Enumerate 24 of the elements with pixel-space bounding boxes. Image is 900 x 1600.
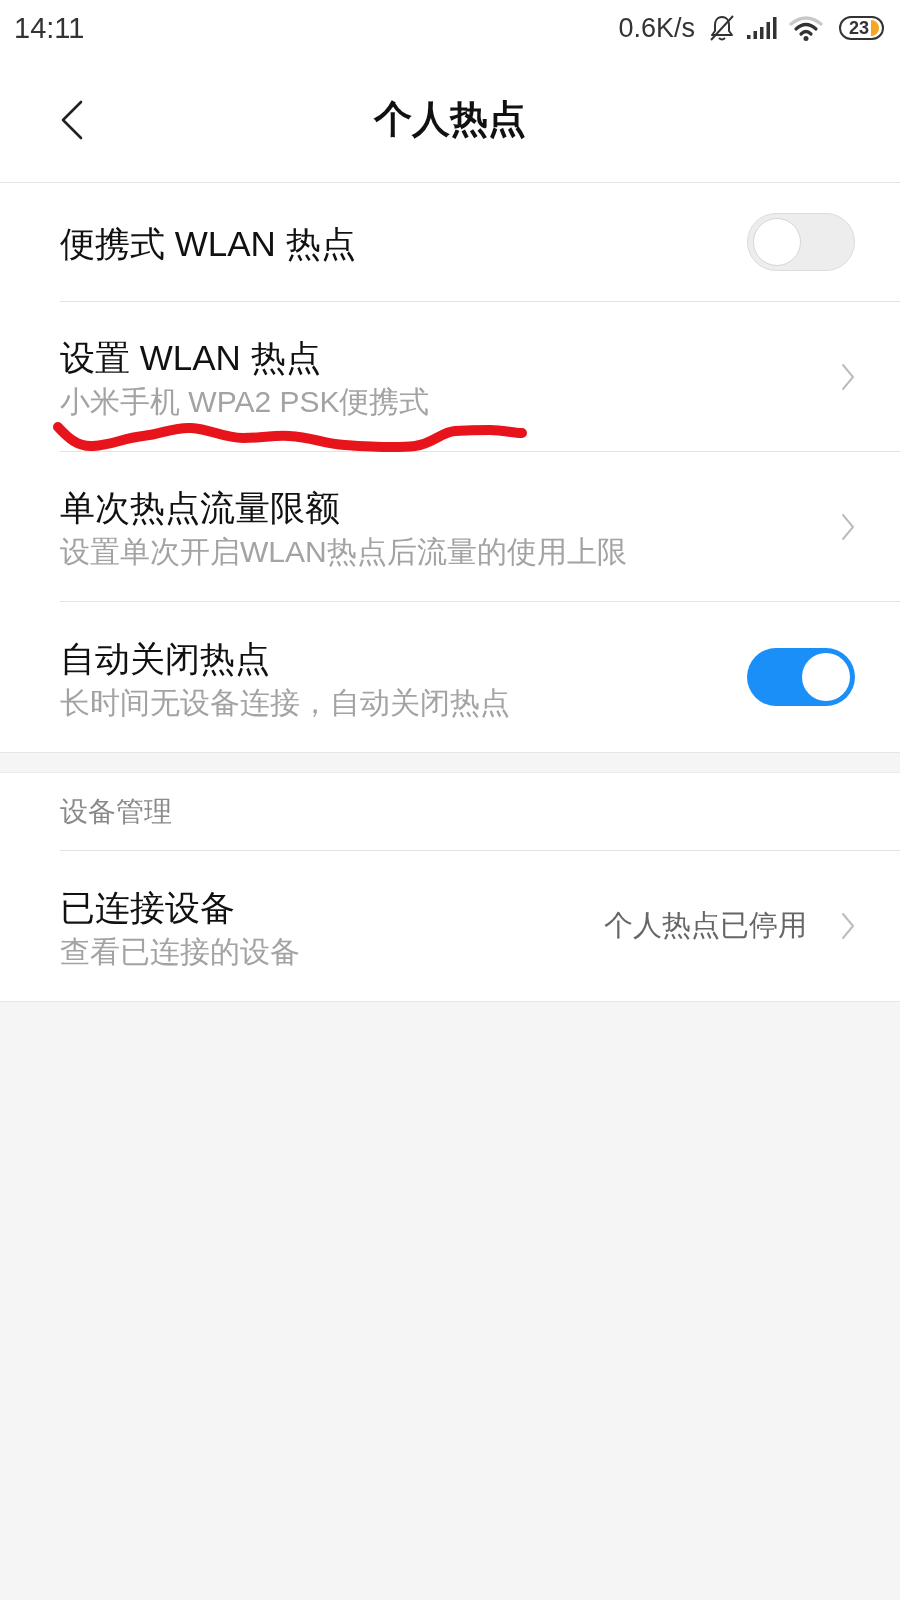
setting-description: 设置单次开启WLAN热点后流量的使用上限 [60,534,627,570]
bell-off-icon [708,14,735,42]
setting-description: 小米手机 WPA2 PSK便携式 [60,384,430,420]
signal-icon [746,17,777,39]
setting-title[interactable]: 自动关闭热点 [60,635,270,682]
setting-title[interactable]: 单次热点流量限额 [60,485,340,531]
section-title: 设备管理 [60,794,172,829]
setting-title[interactable]: 设置 WLAN 热点 [60,335,321,381]
back-icon[interactable] [60,100,84,140]
setting-description: 长时间无设备连接，自动关闭热点 [60,684,510,721]
wifi-icon [788,15,823,41]
toggle-switch[interactable] [747,648,855,706]
battery-percent: 23 [848,18,869,38]
chevron-right-icon[interactable] [841,512,855,541]
status-time: 14:11 [14,11,85,45]
network-speed: 0.6K/s [618,12,695,44]
setting-value: 个人热点已停用 [604,908,807,943]
setting-title[interactable]: 便携式 WLAN 热点 [60,221,356,267]
battery-charge-icon [871,20,879,36]
chevron-right-icon[interactable] [841,912,855,940]
chevron-right-icon[interactable] [841,362,855,391]
setting-description: 查看已连接的设备 [60,933,300,970]
page-title: 个人热点 [374,96,526,142]
setting-title[interactable]: 已连接设备 [60,884,235,931]
